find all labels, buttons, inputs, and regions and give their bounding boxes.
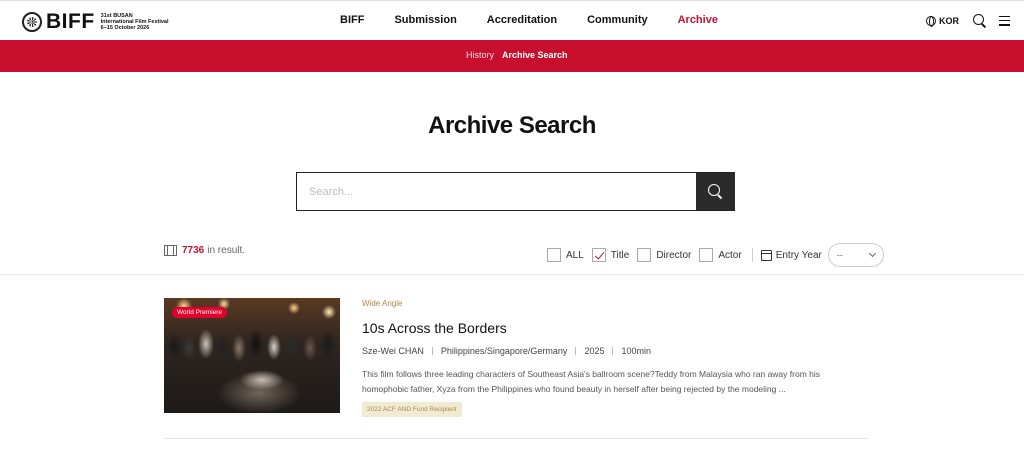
chevron-down-icon bbox=[868, 249, 876, 258]
search-icon[interactable] bbox=[973, 14, 986, 27]
film-description: This film follows three leading characte… bbox=[362, 369, 820, 394]
biff-emblem-icon bbox=[22, 12, 42, 32]
fund-tag: 2022 ACF AND Fund Recipient bbox=[362, 402, 462, 417]
filter-divider bbox=[751, 248, 753, 262]
premiere-badge: World Premiere bbox=[172, 307, 228, 318]
nav-biff[interactable]: BIFF bbox=[340, 14, 364, 26]
logo-line-3: 6–15 October 2026 bbox=[100, 25, 150, 32]
header-utilities: KOR bbox=[926, 14, 1010, 27]
filter-actor-label: Actor bbox=[718, 249, 742, 261]
search-filters: ALL Title Director Actor Entry Year -- bbox=[547, 243, 884, 267]
search-input[interactable] bbox=[297, 173, 696, 210]
results-divider-bottom bbox=[164, 438, 868, 439]
subnav-archive-search[interactable]: Archive Search bbox=[502, 50, 568, 60]
meta-separator bbox=[431, 347, 433, 355]
filter-actor[interactable]: Actor bbox=[699, 248, 742, 262]
filter-director-checkbox[interactable] bbox=[637, 248, 652, 262]
results-divider-top bbox=[0, 274, 1024, 275]
main-nav: BIFF Submission Accreditation Community … bbox=[340, 14, 748, 26]
meta-separator bbox=[575, 347, 577, 355]
filter-title[interactable]: Title bbox=[591, 248, 630, 262]
site-header: BIFF 31st BUSAN International Film Festi… bbox=[0, 0, 1024, 40]
nav-accreditation[interactable]: Accreditation bbox=[487, 14, 557, 26]
film-director: Sze-Wei CHAN bbox=[362, 346, 424, 356]
film-runtime: 100min bbox=[621, 346, 651, 356]
entry-year-value: -- bbox=[836, 250, 843, 260]
filter-director-label: Director bbox=[656, 249, 692, 261]
film-title[interactable]: 10s Across the Borders bbox=[362, 320, 507, 336]
thumbnail-dancer bbox=[234, 360, 284, 394]
logo-wordmark: BIFF bbox=[46, 10, 95, 33]
entry-year-select[interactable]: -- bbox=[827, 243, 884, 267]
subnav-history[interactable]: History bbox=[466, 50, 494, 60]
archive-search-bar bbox=[296, 172, 735, 211]
entry-year-label: Entry Year bbox=[775, 249, 822, 261]
result-count: 7736 in result. bbox=[164, 245, 245, 256]
search-submit-button[interactable] bbox=[695, 172, 735, 210]
biff-logo[interactable]: BIFF 31st BUSAN International Film Festi… bbox=[22, 10, 169, 33]
filter-title-checkbox[interactable] bbox=[591, 248, 606, 262]
filter-director[interactable]: Director bbox=[637, 248, 691, 262]
nav-submission[interactable]: Submission bbox=[394, 14, 456, 26]
archive-subnav: History Archive Search bbox=[0, 40, 1024, 72]
filter-all[interactable]: ALL bbox=[547, 248, 584, 262]
result-count-suffix: in result. bbox=[207, 245, 246, 256]
magnifier-icon bbox=[708, 184, 722, 198]
film-section: Wide Angle bbox=[362, 299, 403, 308]
filter-all-label: ALL bbox=[566, 249, 584, 261]
filter-actor-checkbox[interactable] bbox=[699, 248, 714, 262]
result-count-number: 7736 bbox=[182, 245, 205, 256]
page-title: Archive Search bbox=[428, 112, 596, 139]
nav-archive[interactable]: Archive bbox=[678, 14, 718, 26]
calendar-icon bbox=[760, 249, 772, 261]
hamburger-menu-icon[interactable] bbox=[999, 15, 1010, 26]
filter-all-checkbox[interactable] bbox=[547, 248, 561, 262]
film-country: Philippines/Singapore/Germany bbox=[440, 346, 568, 356]
film-meta: Sze-Wei CHAN Philippines/Singapore/Germa… bbox=[362, 346, 651, 356]
filter-title-label: Title bbox=[610, 249, 630, 261]
globe-icon bbox=[926, 15, 936, 27]
film-icon bbox=[164, 245, 177, 256]
meta-separator bbox=[612, 347, 614, 355]
language-switch[interactable]: KOR bbox=[926, 15, 959, 27]
nav-community[interactable]: Community bbox=[587, 14, 648, 26]
language-label: KOR bbox=[939, 15, 959, 26]
film-year: 2025 bbox=[584, 346, 605, 356]
logo-festival-text: 31st BUSAN International Film Festival 6… bbox=[101, 13, 169, 32]
